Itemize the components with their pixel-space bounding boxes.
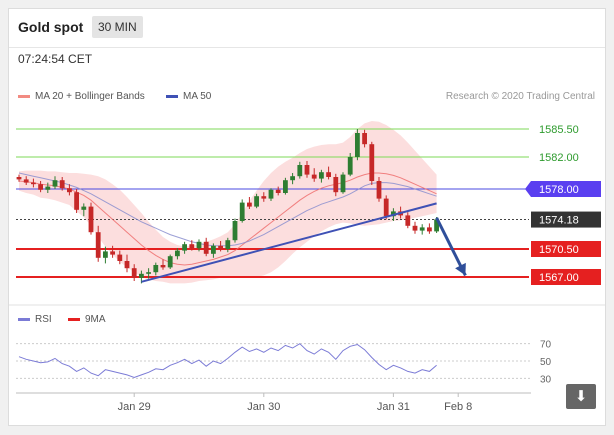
candle-body — [405, 215, 411, 226]
candle-body — [167, 256, 173, 268]
candle-body — [333, 177, 339, 193]
candle-body — [311, 174, 317, 179]
candle-body — [225, 240, 231, 249]
price-level-label-tip-2 — [525, 181, 531, 197]
candle-body — [319, 172, 324, 179]
candle-body — [52, 180, 58, 187]
candle-body — [383, 198, 389, 217]
candle-body — [239, 202, 245, 221]
candle-body — [419, 227, 425, 231]
candle-body — [131, 268, 137, 278]
download-icon: ⬇ — [574, 388, 588, 405]
candle-body — [153, 265, 159, 273]
candle-body — [110, 251, 115, 255]
candle-body — [203, 241, 209, 254]
candle-body — [275, 189, 281, 193]
price-level-label-3: 1574.18 — [539, 215, 579, 227]
candle-body — [326, 172, 331, 177]
candle-body — [117, 254, 123, 261]
rsi-level-label-2: 30 — [540, 374, 552, 385]
candle-body — [124, 261, 130, 269]
candle-body — [38, 184, 43, 190]
candle-body — [31, 182, 36, 185]
candle-body — [412, 225, 418, 231]
candle-body — [347, 157, 353, 175]
candle-body — [45, 186, 51, 190]
candle-body — [146, 272, 151, 274]
price-level-label-4: 1570.50 — [539, 244, 579, 256]
price-level-label-1: 1582.00 — [539, 152, 579, 164]
candle-body — [67, 188, 72, 193]
candle-body — [268, 189, 274, 199]
candle-body — [182, 244, 187, 251]
candle-body — [23, 179, 29, 183]
candle-body — [297, 165, 303, 177]
price-chart: 1585.50 1582.00 1578.00 1574.18 1570.50 1567.… — [9, 121, 605, 413]
candle-body — [261, 196, 267, 199]
candle-body — [88, 206, 94, 233]
price-level-label-2: 1578.00 — [539, 184, 579, 196]
download-button[interactable]: ⬇ — [566, 384, 596, 409]
candle-body — [254, 196, 259, 207]
candle-body — [283, 180, 288, 193]
candle-body — [74, 192, 79, 210]
candle-body — [81, 206, 87, 210]
candle-body — [355, 133, 360, 157]
rsi-level-label-1: 50 — [540, 357, 552, 368]
candle-body — [59, 180, 65, 189]
candle-body — [103, 251, 108, 258]
rsi-level-label-0: 70 — [540, 340, 552, 351]
candle-body — [247, 202, 252, 207]
x-axis-label-1: Jan 30 — [247, 401, 280, 413]
candle-body — [218, 245, 223, 249]
candle-body — [427, 227, 432, 232]
candle-body — [196, 241, 202, 249]
candle-body — [340, 174, 346, 193]
price-level-label-5: 1567.00 — [539, 272, 579, 284]
candle-body — [95, 232, 101, 258]
candle-body — [175, 250, 180, 257]
candle-body — [362, 133, 367, 145]
candle-body — [304, 165, 310, 175]
candle-body — [376, 181, 382, 199]
x-axis-label-2: Jan 31 — [377, 401, 410, 413]
chart-card: Gold spot 30 MIN 07:24:54 CET MA 20 + Bo… — [8, 8, 606, 426]
x-axis-label-0: Jan 29 — [118, 401, 151, 413]
candle-body — [16, 177, 22, 180]
candle-body — [290, 176, 295, 181]
candle-body — [139, 273, 144, 278]
candle-body — [160, 265, 166, 268]
candle-body — [189, 244, 195, 249]
candle-body — [369, 144, 375, 181]
candle-body — [232, 221, 238, 241]
price-level-label-0: 1585.50 — [539, 124, 579, 136]
x-axis-label-3: Feb 8 — [444, 401, 472, 413]
candle-body — [211, 245, 216, 254]
